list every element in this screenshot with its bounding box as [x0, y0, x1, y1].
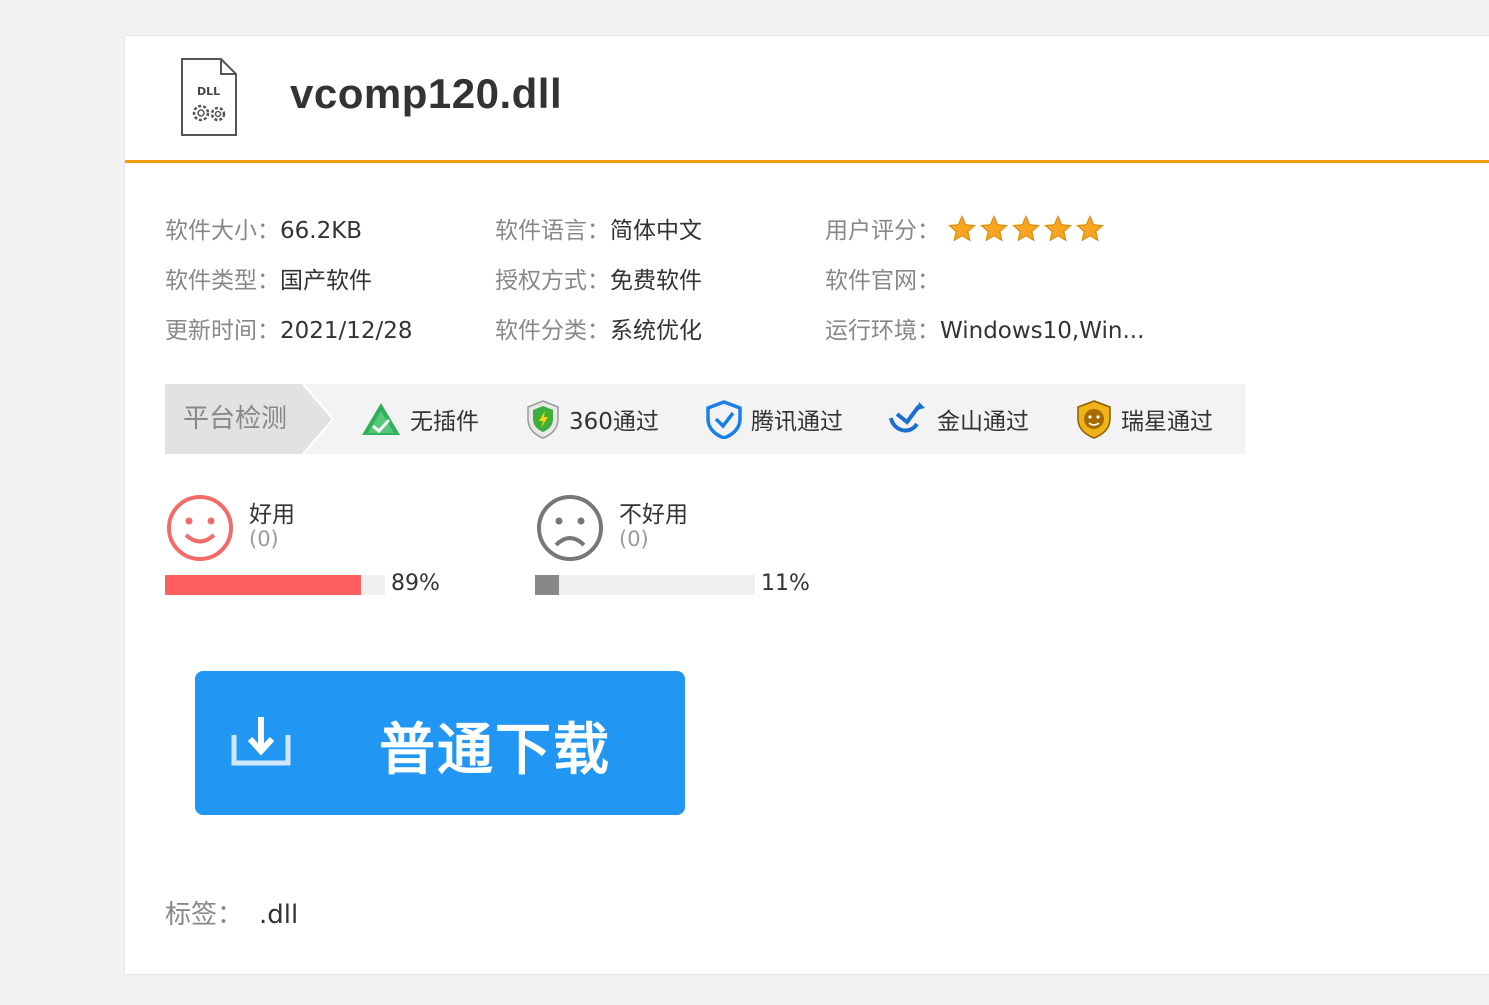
page-title: vcomp120.dll — [290, 70, 563, 117]
tencent-shield-icon — [706, 400, 742, 439]
arrow-divider-icon — [303, 384, 333, 454]
badge-label: 瑞星通过 — [1121, 409, 1213, 435]
type-value: 国产软件 — [280, 268, 372, 294]
lang-label: 软件语言： — [495, 218, 610, 244]
download-icon — [231, 717, 291, 766]
no-plugin-icon — [362, 403, 400, 435]
badge-label: 金山通过 — [937, 409, 1029, 435]
info-language: 软件语言：简体中文 — [495, 211, 702, 245]
badge-360: 360通过 — [525, 384, 659, 454]
kingsoft-icon — [889, 402, 925, 433]
star-icon — [1012, 214, 1041, 242]
normal-download-button[interactable]: 普通下载 — [195, 671, 685, 815]
star-icon — [980, 214, 1009, 242]
info-update: 更新时间：2021/12/28 — [165, 311, 413, 345]
info-type: 软件类型：国产软件 — [165, 261, 372, 295]
bad-progress-bar — [535, 575, 755, 595]
info-rating: 用户评分： — [825, 211, 1107, 250]
category-label: 软件分类： — [495, 318, 610, 344]
good-progress-bar — [165, 575, 385, 595]
tags-label: 标签： — [165, 900, 244, 930]
badge-label: 无插件 — [410, 409, 479, 435]
360-shield-icon — [527, 400, 559, 439]
update-value: 2021/12/28 — [280, 318, 413, 344]
platform-check-bar: 平台检测 无插件 360通过 腾讯通过 金山通过 瑞星通过 — [165, 384, 1245, 454]
platform-check-label: 平台检测 — [165, 384, 303, 454]
lang-value: 简体中文 — [610, 218, 702, 244]
card-header: DLL vcomp120.dll — [125, 36, 1489, 163]
info-website: 软件官网： — [825, 261, 940, 295]
rating-label: 用户评分： — [825, 218, 940, 244]
size-value: 66.2KB — [280, 218, 363, 244]
badge-no-plugin: 无插件 — [360, 384, 479, 454]
tags-row: 标签： .dll — [165, 894, 298, 931]
dll-file-icon: DLL — [181, 58, 237, 136]
bad-percent: 11% — [761, 571, 810, 596]
license-value: 免费软件 — [610, 268, 702, 294]
bad-count: (0) — [619, 527, 649, 551]
sad-face-icon[interactable] — [535, 493, 605, 563]
good-label: 好用 — [249, 502, 295, 528]
star-icon — [1044, 214, 1073, 242]
info-category: 软件分类：系统优化 — [495, 311, 702, 345]
svg-text:DLL: DLL — [197, 85, 220, 98]
badge-label: 360通过 — [569, 409, 659, 435]
rising-lion-icon — [1077, 400, 1111, 439]
good-progress-fill — [165, 575, 361, 595]
info-environment: 运行环境：Windows10,Win... — [825, 311, 1144, 345]
good-percent: 89% — [391, 571, 440, 596]
site-label: 软件官网： — [825, 268, 940, 294]
bad-label: 不好用 — [619, 502, 688, 528]
software-card: DLL vcomp120.dll 软件大小：66.2KB 软件类型：国产软件 更… — [124, 35, 1489, 975]
star-icon — [1076, 214, 1105, 242]
bad-progress-fill — [535, 575, 560, 595]
tag-dll[interactable]: .dll — [259, 900, 298, 930]
size-label: 软件大小： — [165, 218, 280, 244]
badge-rising: 瑞星通过 — [1075, 384, 1213, 454]
badge-kingsoft: 金山通过 — [887, 384, 1029, 454]
env-value: Windows10,Win... — [940, 318, 1145, 344]
smile-icon[interactable] — [165, 493, 235, 563]
info-license: 授权方式：免费软件 — [495, 261, 702, 295]
info-size: 软件大小：66.2KB — [165, 211, 362, 245]
license-label: 授权方式： — [495, 268, 610, 294]
update-label: 更新时间： — [165, 318, 280, 344]
download-label: 普通下载 — [379, 718, 611, 783]
type-label: 软件类型： — [165, 268, 280, 294]
star-icon — [948, 214, 977, 242]
env-label: 运行环境： — [825, 318, 940, 344]
badge-tencent: 腾讯通过 — [705, 384, 843, 454]
category-value: 系统优化 — [610, 318, 702, 344]
good-count: (0) — [249, 527, 279, 551]
rating-stars — [947, 214, 1107, 250]
badge-label: 腾讯通过 — [751, 409, 843, 435]
